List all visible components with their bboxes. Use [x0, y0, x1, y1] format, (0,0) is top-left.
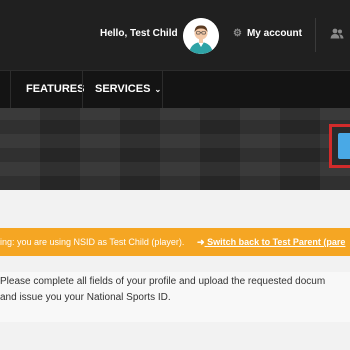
- chevron-down-icon: ⌄: [154, 85, 162, 94]
- hero-banner: [0, 108, 350, 190]
- page: Hello, Test Child ⚙ My account FEATURES …: [0, 0, 350, 350]
- nav-divider: [10, 71, 11, 108]
- my-account-label: My account: [246, 28, 302, 39]
- warning-banner: ing: you are using NSID as Test Child (p…: [0, 228, 350, 256]
- users-icon[interactable]: [330, 28, 344, 42]
- switch-back-link[interactable]: ➜ Switch back to Test Parent (pare: [197, 228, 345, 256]
- nav-divider: [82, 71, 83, 108]
- content-area: [0, 190, 350, 350]
- nav-item-features[interactable]: FEATURES: [26, 71, 84, 108]
- my-account-link[interactable]: ⚙ My account: [233, 28, 302, 39]
- notice-line-2: and issue you your National Sports ID.: [0, 292, 171, 303]
- main-nav: FEATURES SERVICES ⌄: [0, 70, 350, 108]
- gear-icon: ⚙: [233, 28, 242, 39]
- profile-notice: Please complete all fields of your profi…: [0, 272, 350, 322]
- warning-text: ing: you are using NSID as Test Child (p…: [0, 237, 185, 247]
- action-button[interactable]: [338, 133, 350, 159]
- switch-back-label: Switch back to Test Parent (pare: [207, 237, 346, 247]
- avatar[interactable]: [183, 18, 219, 54]
- nav-item-services-label: SERVICES: [95, 83, 151, 95]
- header-divider: [315, 18, 316, 52]
- greeting-text: Hello, Test Child: [100, 28, 178, 39]
- nav-item-services[interactable]: SERVICES ⌄: [95, 71, 161, 108]
- nav-divider: [162, 71, 163, 108]
- arrow-right-icon: ➜: [197, 237, 205, 247]
- notice-line-1: Please complete all fields of your profi…: [0, 276, 326, 287]
- top-bar: Hello, Test Child ⚙ My account: [0, 0, 350, 70]
- avatar-icon: [183, 18, 219, 54]
